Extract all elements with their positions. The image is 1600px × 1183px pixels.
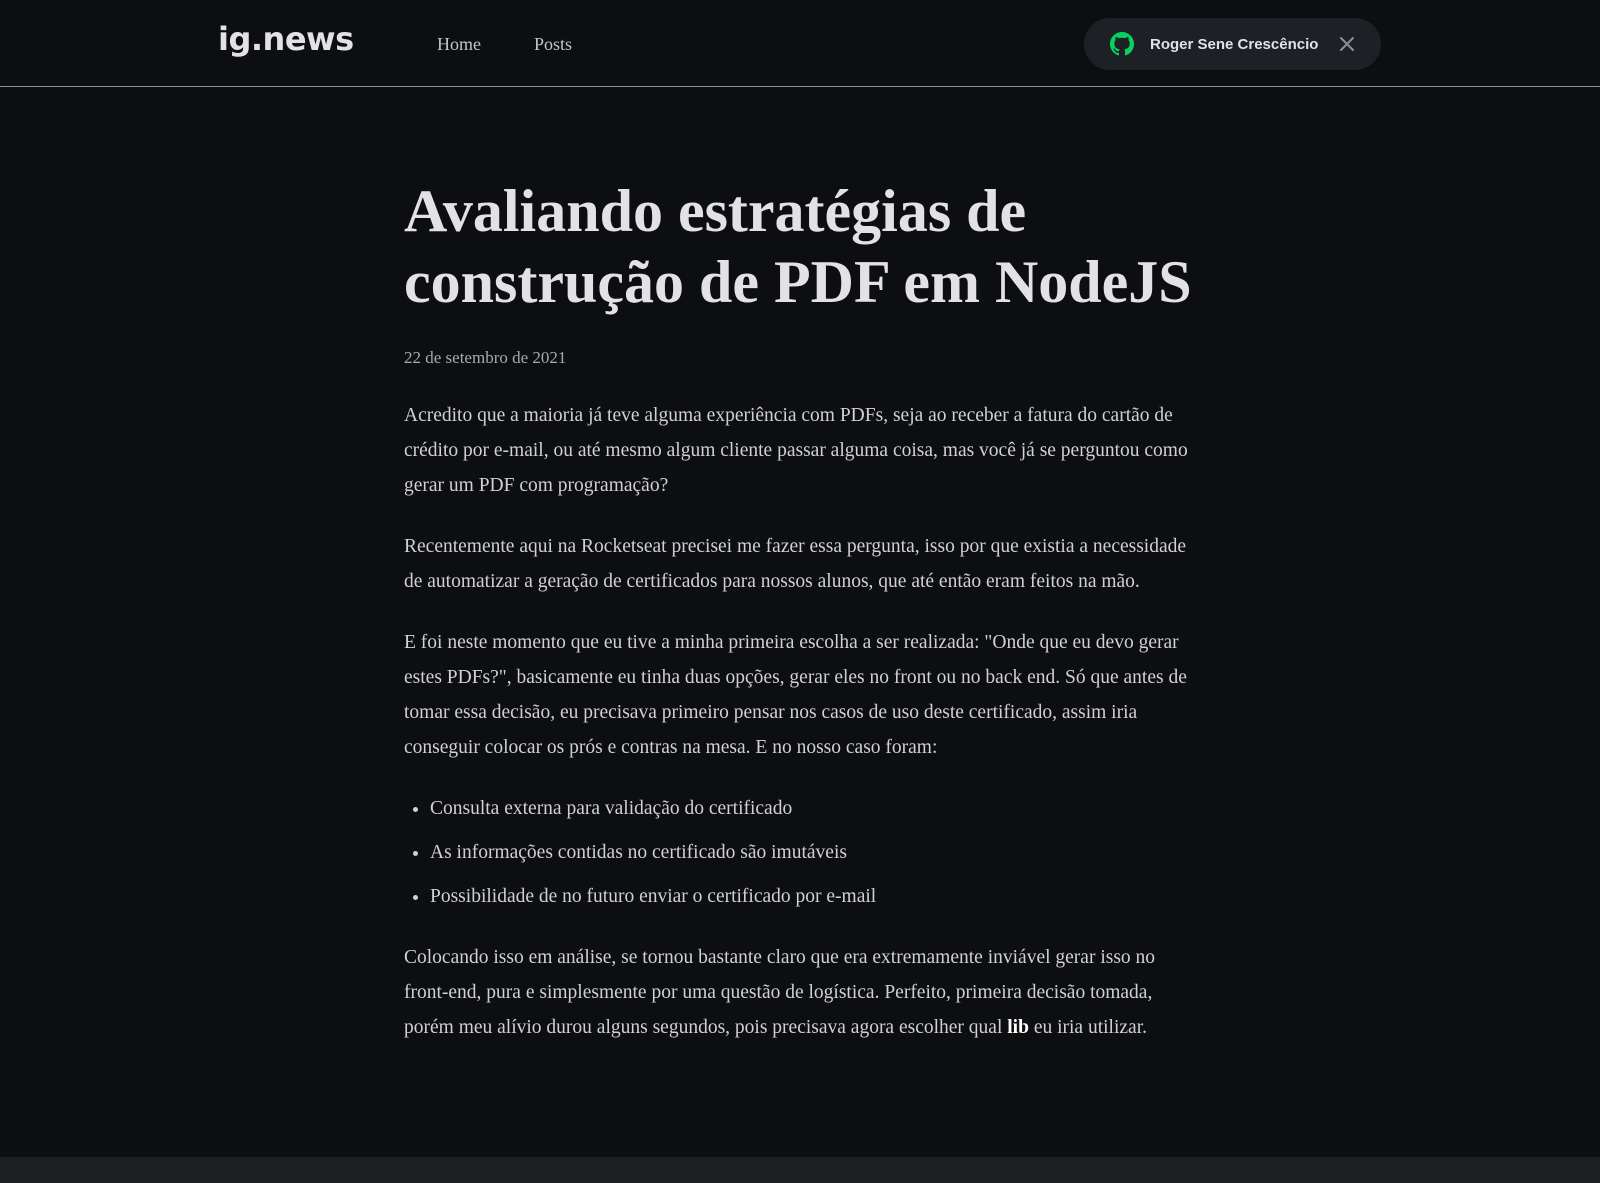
post-content: Acredito que a maioria já teve alguma ex…: [404, 398, 1204, 1045]
paragraph-text-end: eu iria utilizar.: [1028, 1017, 1147, 1038]
paragraph: E foi neste momento que eu tive a minha …: [404, 632, 1187, 758]
list-item: As informações contidas no certificado s…: [430, 835, 1204, 870]
list-item: Possibilidade de no futuro enviar o cert…: [430, 879, 1204, 914]
main-nav: Home Posts: [437, 34, 572, 55]
nav-home-link[interactable]: Home: [437, 34, 481, 55]
use-case-list: Consulta externa para validação do certi…: [430, 791, 1204, 914]
post-title: Avaliando estratégias de construção de P…: [404, 178, 1192, 315]
github-icon: [1110, 32, 1134, 56]
horizontal-scrollbar[interactable]: [0, 1157, 1600, 1183]
post-article: Avaliando estratégias de construção de P…: [404, 176, 1204, 1071]
app-header: ig.news Home Posts Roger Sene Crescêncio: [0, 0, 1600, 87]
bold-lib: lib: [1007, 1017, 1029, 1038]
list-item: Consulta externa para validação do certi…: [430, 791, 1204, 826]
user-name: Roger Sene Crescêncio: [1150, 35, 1319, 53]
paragraph: Acredito que a maioria já teve alguma ex…: [404, 405, 1188, 496]
post-date: 22 de setembro de 2021: [404, 348, 567, 367]
paragraph: Recentemente aqui na Rocketseat precisei…: [404, 536, 1187, 592]
sign-in-button[interactable]: Roger Sene Crescêncio: [1084, 18, 1381, 70]
logo[interactable]: ig.news: [218, 20, 354, 58]
close-icon[interactable]: [1338, 35, 1356, 53]
nav-posts-link[interactable]: Posts: [534, 34, 572, 55]
paragraph: Colocando isso em análise, se tornou bas…: [404, 940, 1204, 1045]
